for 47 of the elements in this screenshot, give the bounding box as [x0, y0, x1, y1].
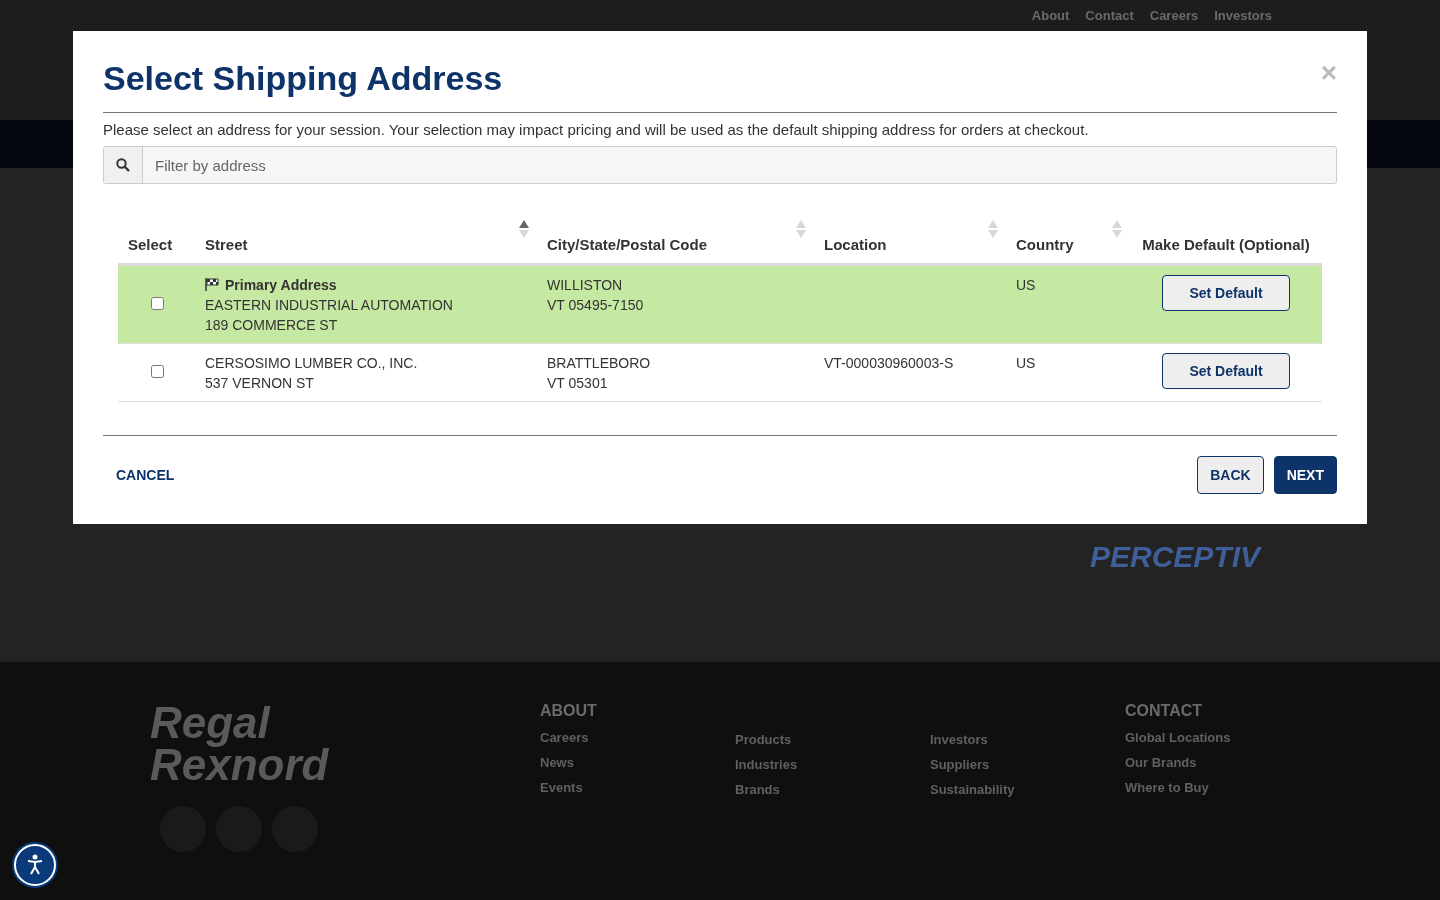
back-button[interactable]: BACK	[1197, 455, 1264, 494]
footer-link[interactable]: Where to Buy	[1125, 780, 1325, 795]
select-checkbox[interactable]	[150, 365, 164, 378]
city-text: BRATTLEBORO	[547, 353, 652, 373]
footer-link[interactable]: Careers	[540, 730, 735, 745]
footer-heading: CONTACT	[1125, 702, 1204, 720]
address-row[interactable]: CERSOSIMO LUMBER CO., INC. 537 VERNON ST BRATTLEBORO VT 05301 VT-000030960003-S US Set Default	[118, 343, 1322, 401]
footer-link[interactable]: Suppliers	[930, 757, 1125, 772]
street-text: 537 VERNON ST	[205, 373, 315, 393]
dialog-title: Select Shipping Address	[103, 59, 503, 98]
sort-icon[interactable]	[519, 220, 529, 238]
country-text: US	[1016, 354, 1036, 371]
street-text: CERSOSIMO LUMBER CO., INC.	[205, 353, 419, 373]
footer-link[interactable]: News	[540, 755, 735, 770]
street-text: 189 COMMERCE ST	[205, 315, 339, 335]
city-text: WILLISTON	[547, 275, 624, 295]
footer-link[interactable]: Sustainability	[930, 782, 1125, 797]
footer-link[interactable]: Investors	[930, 732, 1125, 747]
footer-link[interactable]: Events	[540, 780, 735, 795]
set-default-button[interactable]: Set Default	[1162, 352, 1290, 389]
footer-link[interactable]: Products	[735, 732, 930, 747]
set-default-button[interactable]: Set Default	[1162, 274, 1290, 311]
footer-link[interactable]: Our Brands	[1125, 755, 1325, 770]
accessibility-icon[interactable]	[14, 844, 56, 886]
nav-link[interactable]: About	[1031, 8, 1070, 23]
footer-heading: ABOUT	[540, 702, 598, 720]
nav-link[interactable]: Careers	[1149, 8, 1199, 23]
primary-address-label: Primary Address	[205, 274, 527, 295]
dialog-description: Please select an address for your session. Your selection may impact pricing and will be used as the default shipping address for orders at checkout.	[103, 121, 1090, 138]
country-text: US	[1016, 276, 1036, 293]
footer-link[interactable]: Brands	[735, 782, 930, 797]
brand-logo: PERCEPTIV	[1089, 540, 1260, 574]
street-text: EASTERN INDUSTRIAL AUTOMATION	[205, 295, 454, 315]
search-icon[interactable]	[104, 147, 143, 183]
nav-link[interactable]: Investors	[1214, 8, 1272, 23]
footer-link[interactable]: Global Locations	[1125, 730, 1325, 745]
location-text: VT-000030960003-S	[824, 354, 954, 371]
nav-link[interactable]: Contact	[1085, 8, 1134, 23]
city-text: VT 05301	[547, 373, 609, 393]
flag-icon	[205, 278, 219, 291]
close-button[interactable]: ×	[1320, 59, 1337, 87]
city-text: VT 05495-7150	[547, 295, 645, 315]
next-button[interactable]: NEXT	[1273, 455, 1337, 494]
select-checkbox[interactable]	[150, 297, 164, 310]
company-logo: Regal Rexnord	[150, 702, 330, 786]
cancel-button[interactable]: CANCEL	[103, 458, 188, 491]
footer-link[interactable]: Industries	[735, 757, 930, 772]
